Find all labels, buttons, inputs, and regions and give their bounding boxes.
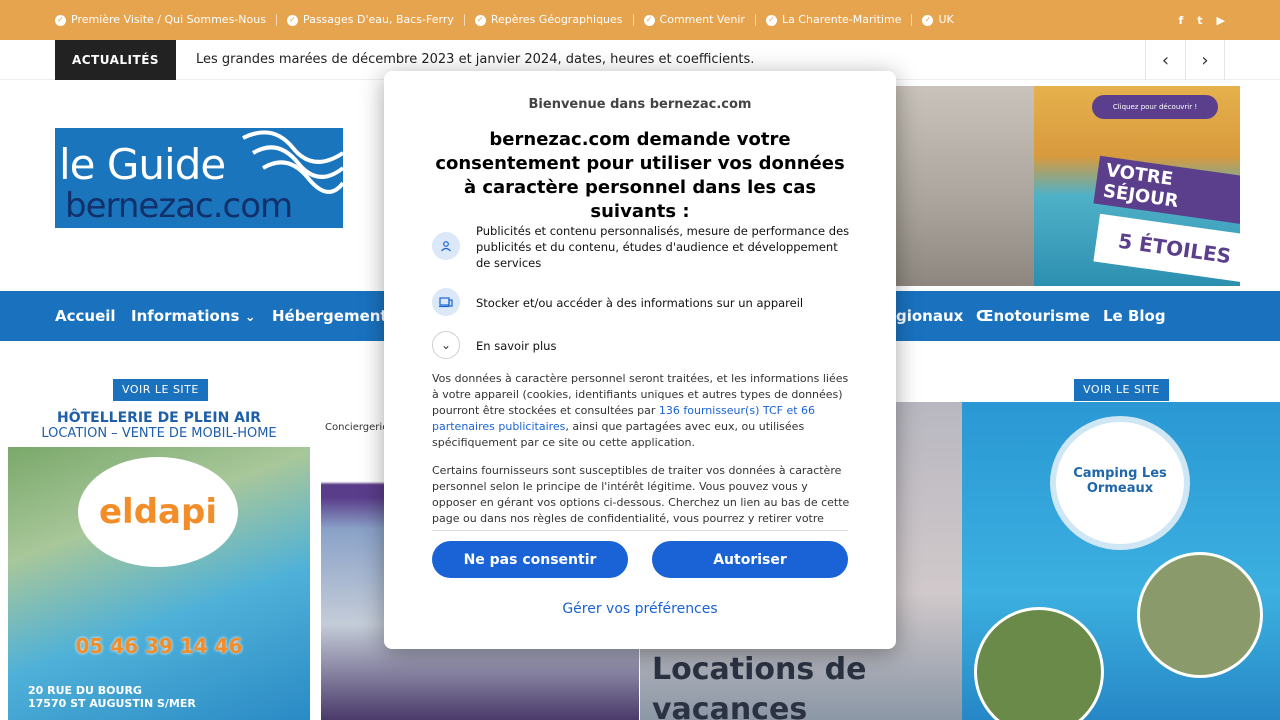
conciergerie-logo: Conciergerie [325, 422, 389, 433]
camping-photo-circle [974, 607, 1104, 720]
address-line: 17570 ST AUGUSTIN S/MER [28, 697, 196, 710]
consent-welcome: Bienvenue dans bernezac.com [528, 97, 752, 112]
purpose-text: Publicités et contenu personnalisés, mes… [476, 224, 850, 270]
top-link-comment-venir[interactable]: ✓ Comment Venir [634, 14, 756, 26]
consent-purpose-ads: Publicités et contenu personnalisés, mes… [432, 223, 850, 273]
divider [432, 530, 848, 531]
ad-discover-pill[interactable]: Cliquez pour découvrir ! [1092, 95, 1218, 119]
camping-logo: Camping Les Ormeaux [1050, 416, 1190, 550]
top-link-label[interactable]: Repères Géographiques [491, 14, 623, 26]
check-circle-icon: ✓ [765, 14, 777, 26]
top-bar: ✓ Première Visite / Qui Sommes-Nous ✓ Pass… [0, 0, 1280, 40]
purpose-text: Stocker et/ou accéder à des informations… [476, 296, 804, 310]
consent-dialog: Bienvenue dans bernezac.com bernezac.com… [384, 71, 896, 649]
manage-preferences-link[interactable]: Gérer vos préférences [384, 601, 896, 617]
ticker-prev-button[interactable]: ‹ [1145, 40, 1185, 80]
check-circle-icon: ✓ [922, 14, 934, 26]
ad-card-heading: HÔTELLERIE DE PLEIN AIR [57, 410, 261, 426]
see-site-button[interactable]: VOIR LE SITE [1074, 379, 1169, 401]
ad-room-photo [896, 86, 1034, 286]
accept-button[interactable]: Autoriser [652, 541, 848, 578]
top-link-label[interactable]: La Charente-Maritime [782, 14, 902, 26]
top-link-reperes[interactable]: ✓ Repères Géographiques [465, 14, 634, 26]
ad-card-eldapi[interactable]: HÔTELLERIE DE PLEIN AIR LOCATION – VENTE… [8, 402, 310, 720]
address-line: 20 RUE DU BOURG [28, 684, 142, 697]
chevron-right-icon: › [1201, 49, 1209, 71]
top-link-charente[interactable]: ✓ La Charente-Maritime [756, 14, 913, 26]
chevron-left-icon: ‹ [1161, 49, 1170, 71]
learn-more-label[interactable]: En savoir plus [476, 338, 850, 354]
top-link-label[interactable]: Comment Venir [660, 14, 745, 26]
camping-photo-circle [1137, 552, 1263, 678]
check-circle-icon: ✓ [474, 14, 486, 26]
nav-oenotourisme[interactable]: Œnotourisme [976, 291, 1090, 341]
ticker-label: ACTUALITÉS [55, 40, 176, 80]
ad-card-address: 20 RUE DU BOURG 17570 ST AUGUSTIN S/MER [28, 684, 196, 710]
ad-card-subheading: LOCATION – VENTE DE MOBIL-HOME [41, 426, 277, 441]
decline-button[interactable]: Ne pas consentir [432, 541, 628, 578]
top-link-label[interactable]: Première Visite / Qui Sommes-Nous [71, 14, 266, 26]
top-link-uk[interactable]: ✓ UK [912, 14, 963, 26]
top-link-passages[interactable]: ✓ Passages D'eau, Bacs-Ferry [277, 14, 465, 26]
top-link-premiere-visite[interactable]: ✓ Première Visite / Qui Sommes-Nous [55, 14, 277, 26]
top-link-label[interactable]: Passages D'eau, Bacs-Ferry [303, 14, 454, 26]
facebook-icon[interactable]: f [1178, 14, 1183, 27]
nav-hebergement[interactable]: Hébergement [272, 291, 388, 341]
nav-regionaux[interactable]: gionaux [896, 291, 963, 341]
social-links: f t ▶ [1178, 0, 1225, 40]
header-ad-banner[interactable]: Cliquez pour découvrir ! VOTRE SÉJOUR 5 … [896, 86, 1240, 286]
camping-logo-text: Camping Les Ormeaux [1073, 466, 1167, 496]
top-link-label[interactable]: UK [938, 14, 953, 26]
logo-line2: bernezac.com [65, 186, 293, 226]
check-circle-icon: ✓ [286, 14, 298, 26]
consent-title: bernezac.com demande votre consentement … [435, 129, 845, 222]
ticker-next-button[interactable]: › [1185, 40, 1225, 80]
check-circle-icon: ✓ [55, 14, 66, 26]
ad-card-phone: 05 46 39 14 46 [75, 634, 243, 658]
chevron-down-icon[interactable]: ⌄ [432, 331, 460, 359]
site-logo[interactable]: le Guide bernezac.com [55, 128, 343, 228]
youtube-icon[interactable]: ▶ [1217, 14, 1225, 27]
consent-text: Certains fournisseurs sont susceptibles … [432, 464, 850, 525]
check-circle-icon: ✓ [643, 14, 655, 26]
device-icon [432, 288, 460, 316]
nav-label: Informations [131, 307, 240, 325]
logo-line1: le Guide [59, 140, 226, 189]
nav-accueil[interactable]: Accueil [55, 291, 116, 341]
learn-more-toggle[interactable]: ⌄ En savoir plus [432, 331, 850, 361]
eldapi-logo: eldapi [78, 457, 238, 567]
nav-informations[interactable]: Informations ⌄ [131, 291, 256, 341]
ad-card-title: Locations de vacances [652, 652, 867, 720]
twitter-icon[interactable]: t [1197, 14, 1202, 27]
top-links: ✓ Première Visite / Qui Sommes-Nous ✓ Pass… [55, 0, 964, 40]
consent-purpose-storage: Stocker et/ou accéder à des informations… [432, 288, 850, 318]
chevron-down-icon: ⌄ [244, 310, 256, 325]
nav-blog[interactable]: Le Blog [1103, 291, 1166, 341]
see-site-button[interactable]: VOIR LE SITE [113, 379, 208, 401]
ad-card-camping[interactable]: Camping Les Ormeaux [962, 402, 1280, 720]
consent-details-scroll[interactable]: Vos données à caractère personnel seront… [432, 371, 850, 525]
person-icon [432, 232, 460, 260]
